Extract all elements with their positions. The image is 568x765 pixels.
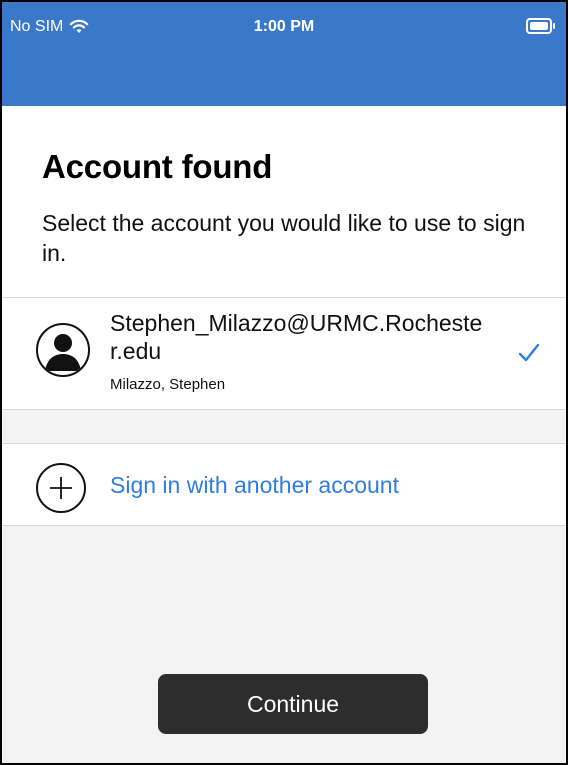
section-gap xyxy=(2,410,566,444)
page-title: Account found xyxy=(42,148,273,185)
sign-in-another-account-link[interactable]: Sign in with another account xyxy=(110,472,399,499)
avatar-icon xyxy=(36,323,90,377)
continue-button[interactable]: Continue xyxy=(158,674,428,734)
status-bar: No SIM 1:00 PM xyxy=(2,2,566,106)
plus-circle-icon[interactable] xyxy=(36,463,86,513)
checkmark-icon xyxy=(518,339,540,370)
account-display-name: Milazzo, Stephen xyxy=(110,376,226,393)
account-email[interactable]: Stephen_Milazzo@URMC.Rochester.edu xyxy=(110,309,490,365)
page-subtitle: Select the account you would like to use… xyxy=(42,210,526,266)
clock: 1:00 PM xyxy=(253,18,315,35)
app-screen: No SIM 1:00 PM Account found Select the … xyxy=(0,0,568,765)
battery-icon xyxy=(526,18,555,34)
